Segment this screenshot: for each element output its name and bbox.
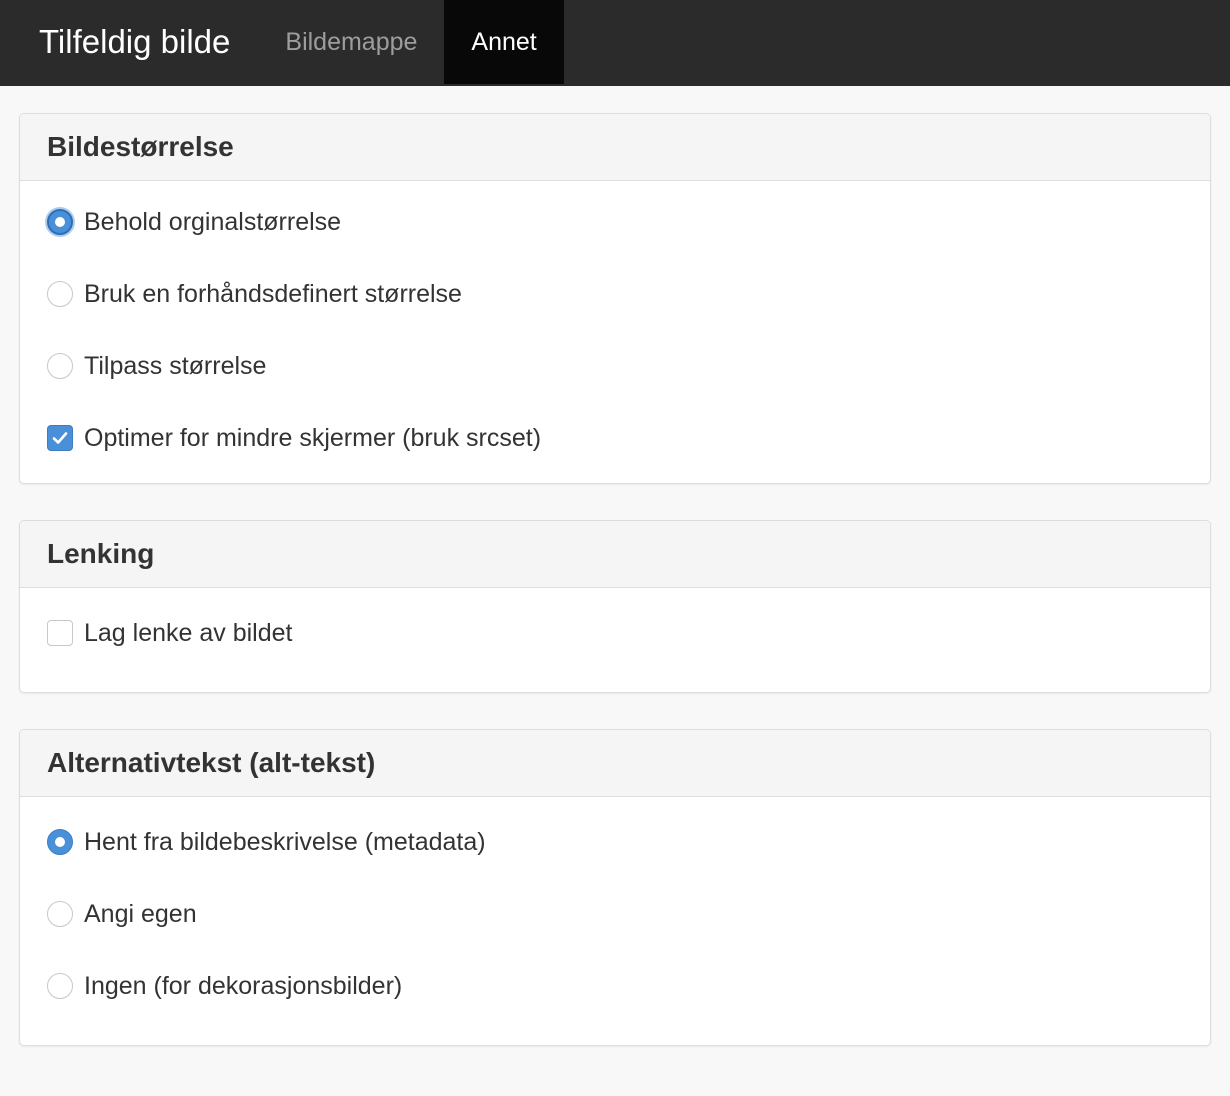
panel-linking: Lenking Lag lenke av bildet [19, 520, 1211, 693]
option-label: Bruk en forhåndsdefinert størrelse [84, 279, 462, 308]
option-label: Ingen (for dekorasjonsbilder) [84, 971, 403, 1000]
option-keep-original-size[interactable]: Behold orginalstørrelse [47, 207, 1183, 237]
nav-tabs: Bildemappe Annet [258, 0, 564, 84]
option-alt-from-metadata[interactable]: Hent fra bildebeskrivelse (metadata) [47, 827, 1183, 857]
radio-button[interactable] [47, 829, 73, 855]
panel-body: Hent fra bildebeskrivelse (metadata) Ang… [20, 797, 1210, 1045]
option-label: Behold orginalstørrelse [84, 207, 342, 236]
option-predefined-size[interactable]: Bruk en forhåndsdefinert størrelse [47, 279, 1183, 309]
panel-body: Lag lenke av bildet [20, 588, 1210, 692]
checkbox[interactable] [47, 425, 73, 451]
option-label: Tilpass størrelse [84, 351, 267, 380]
top-navbar: Tilfeldig bilde Bildemappe Annet [0, 0, 1230, 86]
panel-title: Bildestørrelse [47, 131, 234, 162]
checkmark-icon [52, 432, 68, 444]
option-link-image[interactable]: Lag lenke av bildet [47, 618, 1183, 648]
option-custom-size[interactable]: Tilpass størrelse [47, 351, 1183, 381]
option-alt-custom[interactable]: Angi egen [47, 899, 1183, 929]
radio-button[interactable] [47, 353, 73, 379]
radio-dot-icon [55, 217, 65, 227]
option-optimize-srcset[interactable]: Optimer for mindre skjermer (bruk srcset… [47, 423, 1183, 453]
panel-heading: Bildestørrelse [20, 114, 1210, 181]
option-alt-none[interactable]: Ingen (for dekorasjonsbilder) [47, 971, 1183, 1001]
panel-title: Alternativtekst (alt-tekst) [47, 747, 376, 778]
main-content: Bildestørrelse Behold orginalstørrelse B… [0, 86, 1230, 1046]
radio-button[interactable] [47, 281, 73, 307]
option-label: Optimer for mindre skjermer (bruk srcset… [84, 423, 542, 452]
tab-bildemappe[interactable]: Bildemappe [258, 0, 444, 84]
panel-image-size: Bildestørrelse Behold orginalstørrelse B… [19, 113, 1211, 484]
panel-title: Lenking [47, 538, 155, 569]
option-label: Hent fra bildebeskrivelse (metadata) [84, 827, 486, 856]
radio-button[interactable] [47, 973, 73, 999]
tab-annet[interactable]: Annet [444, 0, 564, 84]
option-label: Lag lenke av bildet [84, 618, 293, 647]
radio-button[interactable] [47, 209, 73, 235]
checkbox[interactable] [47, 620, 73, 646]
panel-heading: Lenking [20, 521, 1210, 588]
radio-button[interactable] [47, 901, 73, 927]
panel-body: Behold orginalstørrelse Bruk en forhånds… [20, 181, 1210, 483]
option-label: Angi egen [84, 899, 197, 928]
radio-dot-icon [55, 837, 65, 847]
panel-heading: Alternativtekst (alt-tekst) [20, 730, 1210, 797]
panel-alt-text: Alternativtekst (alt-tekst) Hent fra bil… [19, 729, 1211, 1046]
app-title: Tilfeldig bilde [39, 23, 231, 60]
